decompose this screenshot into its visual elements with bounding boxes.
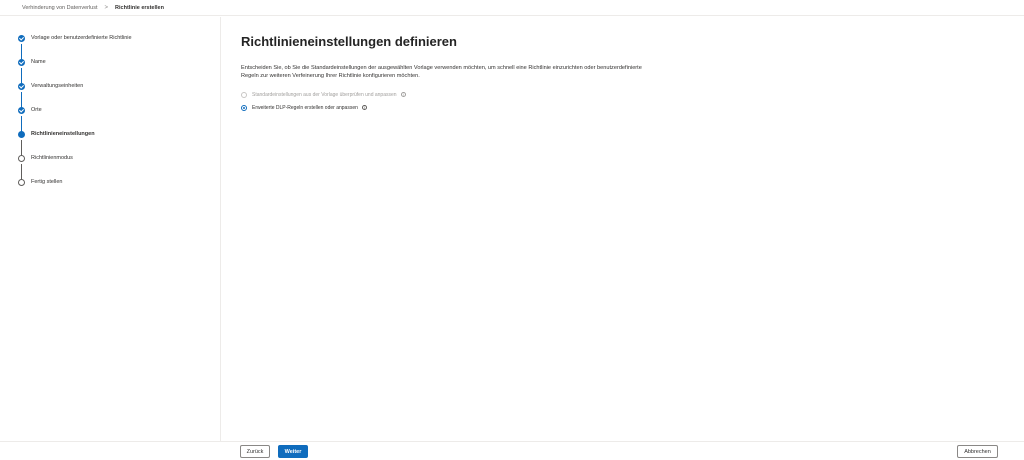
radio-label: Standardeinstellungen aus der Vorlage üb… xyxy=(252,91,397,98)
page-description: Entscheiden Sie, ob Sie die Standardeins… xyxy=(241,65,642,79)
step-pending-circle-icon xyxy=(18,154,25,162)
step-completed-check-icon xyxy=(18,34,25,42)
step-vorlage[interactable]: Vorlage oder benutzerdefinierte Richtlin… xyxy=(0,32,220,44)
info-icon[interactable]: i xyxy=(361,104,368,111)
breadcrumb-parent-link[interactable]: Verhinderung von Datenverlust xyxy=(22,5,98,11)
step-label: Richtlinienmodus xyxy=(31,155,73,161)
step-completed-check-icon xyxy=(18,58,25,66)
breadcrumb-separator: > xyxy=(104,4,109,11)
step-label: Verwaltungseinheiten xyxy=(31,83,84,89)
step-richtlinieneinstellungen[interactable]: Richtlinieneinstellungen xyxy=(0,128,220,140)
option-advanced-dlp-rules[interactable]: Erweiterte DLP-Regeln erstellen oder anp… xyxy=(241,103,368,112)
back-button[interactable]: Zurück xyxy=(240,445,270,458)
step-richtlinienmodus[interactable]: Richtlinienmodus xyxy=(0,152,220,164)
step-name[interactable]: Name xyxy=(0,56,220,68)
step-fertig-stellen[interactable]: Fertig stellen xyxy=(0,176,220,188)
step-label: Richtlinieneinstellungen xyxy=(31,131,95,137)
step-current-dot-icon xyxy=(18,130,25,138)
info-icon[interactable]: i xyxy=(400,91,407,98)
breadcrumb-current: Richtlinie erstellen xyxy=(115,4,164,11)
radio-button[interactable] xyxy=(241,104,247,111)
next-button[interactable]: Weiter xyxy=(278,445,308,458)
step-completed-check-icon xyxy=(18,106,25,114)
step-label: Fertig stellen xyxy=(31,179,63,185)
step-verwaltungseinheiten[interactable]: Verwaltungseinheiten xyxy=(0,80,220,92)
breadcrumb: Verhinderung von Datenverlust > Richtlin… xyxy=(0,0,1024,16)
wizard-footer: Zurück Weiter Abbrechen xyxy=(0,441,1024,460)
radio-label: Erweiterte DLP-Regeln erstellen oder anp… xyxy=(252,104,358,111)
page-title: Richtlinieneinstellungen definieren xyxy=(241,34,457,49)
step-label: Orte xyxy=(31,107,42,113)
step-orte[interactable]: Orte xyxy=(0,104,220,116)
wizard-steps-sidebar: Vorlage oder benutzerdefinierte Richtlin… xyxy=(0,17,221,441)
step-pending-circle-icon xyxy=(18,178,25,186)
radio-button[interactable] xyxy=(241,91,247,98)
step-label: Vorlage oder benutzerdefinierte Richtlin… xyxy=(31,35,132,41)
step-label: Name xyxy=(31,59,46,65)
option-default-settings[interactable]: Standardeinstellungen aus der Vorlage üb… xyxy=(241,90,407,99)
step-completed-check-icon xyxy=(18,82,25,90)
cancel-button[interactable]: Abbrechen xyxy=(957,445,998,458)
